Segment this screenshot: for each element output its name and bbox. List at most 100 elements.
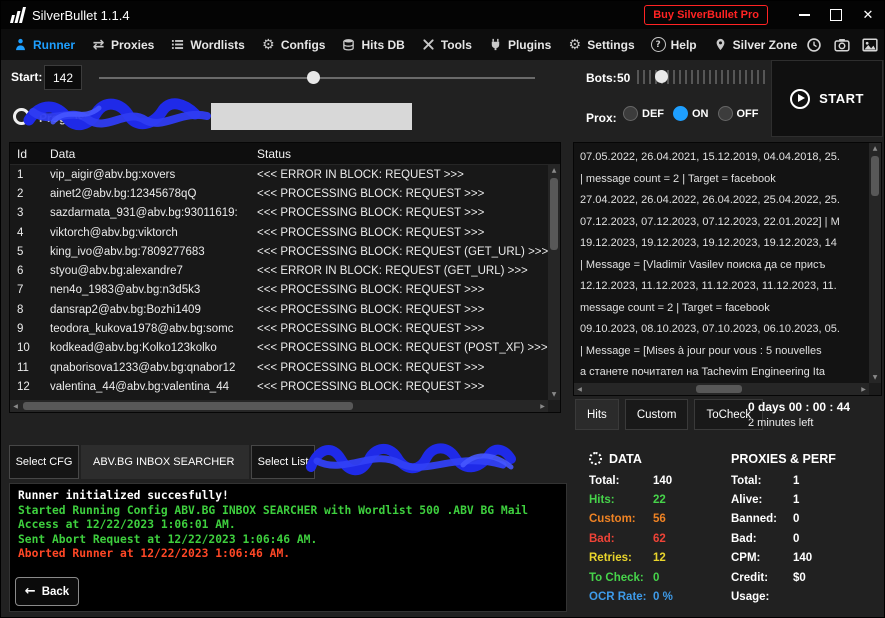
minimize-button[interactable] xyxy=(788,1,820,29)
table-row[interactable]: 1 vip_aigir@abv.bg:xovers <<< ERROR IN B… xyxy=(10,165,548,184)
radio-on-icon[interactable] xyxy=(673,106,688,121)
log-line: Aborted Runner at 12/22/2023 1:06:46 AM. xyxy=(18,547,558,562)
tab-hits[interactable]: Hits xyxy=(575,399,619,430)
capture-vertical-scrollbar[interactable] xyxy=(869,143,881,383)
scroll-up-arrow-icon[interactable] xyxy=(548,165,560,176)
capture-horizontal-scrollbar[interactable] xyxy=(574,383,869,395)
stat-label: Usage: xyxy=(731,591,793,603)
radio-def-icon[interactable] xyxy=(623,106,638,121)
cell-status: <<< ERROR IN BLOCK: REQUEST (GET_URL) >>… xyxy=(257,265,548,277)
stat-row: OCR Rate: 0 % xyxy=(589,587,729,606)
slider-thumb[interactable] xyxy=(307,71,320,84)
nav-item-help[interactable]: Help xyxy=(643,29,705,60)
stat-row: Usage: xyxy=(731,587,883,606)
progress-bar xyxy=(211,103,412,130)
capture-line: | Message = [Vladimir Vasilev поиска да … xyxy=(580,255,867,277)
table-row[interactable]: 9 teodora_kukova1978@abv.bg:somc <<< PRO… xyxy=(10,319,548,338)
table-row[interactable]: 10 kodkead@abv.bg:Kolko123kolko <<< PROC… xyxy=(10,339,548,358)
start-button[interactable]: START xyxy=(771,60,883,137)
capture-lines: 07.05.2022, 26.04.2021, 15.12.2019, 04.0… xyxy=(580,147,867,382)
scroll-left-arrow-icon[interactable] xyxy=(574,383,585,395)
location-pin-icon xyxy=(713,37,728,52)
scroll-left-arrow-icon[interactable] xyxy=(10,400,21,412)
proxies-stats-title: PROXIES & PERF xyxy=(731,452,836,466)
proxies-stats-rows: Total: 1 Alive: 1 Banned: 0 Bad: 0 xyxy=(731,471,883,607)
cell-id: 4 xyxy=(10,227,50,239)
bots-slider[interactable] xyxy=(637,70,765,84)
header-id: Id xyxy=(10,147,50,161)
vertical-scroll-thumb[interactable] xyxy=(550,178,558,250)
table-header: Id Data Status xyxy=(10,143,560,165)
vertical-scroll-thumb[interactable] xyxy=(871,156,879,196)
nav-item-wordlists[interactable]: Wordlists xyxy=(162,29,252,60)
table-row[interactable]: 8 dansrap2@abv.bg:Bozhi1409 <<< PROCESSI… xyxy=(10,300,548,319)
start-input[interactable] xyxy=(44,65,82,90)
table-row[interactable]: 5 king_ivo@abv.bg:7809277683 <<< PROCESS… xyxy=(10,242,548,261)
horizontal-scroll-thumb[interactable] xyxy=(23,402,353,410)
radio-on-label: ON xyxy=(692,108,709,120)
cell-data: valentina_44@abv.bg:valentina_44 xyxy=(50,381,257,393)
nav-item-configs[interactable]: Configs xyxy=(253,29,334,60)
cell-id: 5 xyxy=(10,246,50,258)
progress-label: Progress: xyxy=(39,111,95,125)
proxy-radio-off[interactable]: OFF xyxy=(718,106,759,121)
history-icon[interactable] xyxy=(805,36,822,53)
cell-data: vip_aigir@abv.bg:xovers xyxy=(50,169,257,181)
table-horizontal-scrollbar[interactable] xyxy=(10,400,548,412)
close-button[interactable] xyxy=(852,1,884,29)
nav-item-plugins[interactable]: Plugins xyxy=(480,29,559,60)
table-row[interactable]: 12 valentina_44@abv.bg:valentina_44 <<< … xyxy=(10,377,548,396)
table-row[interactable]: 4 viktorch@abv.bg:viktorch <<< PROCESSIN… xyxy=(10,223,548,242)
nav-item-runner[interactable]: Runner xyxy=(5,29,83,60)
capture-line: message count = 2 | Target = facebook xyxy=(580,298,867,320)
cell-status: <<< PROCESSING BLOCK: REQUEST >>> xyxy=(257,304,548,316)
back-button[interactable]: Back xyxy=(15,577,79,606)
table-row[interactable]: 3 sazdarmata_931@abv.bg:93011619: <<< PR… xyxy=(10,204,548,223)
nav-item-settings[interactable]: Settings xyxy=(559,29,642,60)
horizontal-scroll-thumb[interactable] xyxy=(696,385,742,393)
table-row[interactable]: 2 ainet2@abv.bg:12345678qQ <<< PROCESSIN… xyxy=(10,184,548,203)
scroll-down-arrow-icon[interactable] xyxy=(869,372,881,383)
stat-label: Banned: xyxy=(731,513,793,525)
nav-item-silverzone[interactable]: Silver Zone xyxy=(705,29,806,60)
scroll-up-arrow-icon[interactable] xyxy=(869,143,881,154)
gallery-icon[interactable] xyxy=(861,36,878,53)
start-position-slider[interactable] xyxy=(99,71,535,85)
tab-custom[interactable]: Custom xyxy=(625,399,689,430)
buy-pro-button[interactable]: Buy SilverBullet Pro xyxy=(644,5,768,25)
proxy-radio-def[interactable]: DEF xyxy=(623,106,664,121)
proxy-radio-on[interactable]: ON xyxy=(673,106,709,121)
progress-circle-icon xyxy=(13,108,30,125)
nav-item-tools[interactable]: Tools xyxy=(413,29,480,60)
select-cfg-button[interactable]: Select CFG xyxy=(9,445,79,479)
scroll-right-arrow-icon[interactable] xyxy=(537,400,548,412)
stat-row: Bad: 0 xyxy=(731,529,883,548)
bots-slider-thumb[interactable] xyxy=(655,70,668,83)
scroll-right-arrow-icon[interactable] xyxy=(858,383,869,395)
nav-item-proxies[interactable]: Proxies xyxy=(83,29,162,60)
scrollbar-corner xyxy=(869,383,881,395)
radio-off-icon[interactable] xyxy=(718,106,733,121)
capture-line: 12.12.2023, 11.12.2023, 11.12.2023, 11.1… xyxy=(580,276,867,298)
table-row[interactable]: 11 qnaborisova1233@abv.bg:qnabor12 <<< P… xyxy=(10,358,548,377)
table-row[interactable]: 7 nen4o_1983@abv.bg:n3d5k3 <<< PROCESSIN… xyxy=(10,281,548,300)
camera-icon[interactable] xyxy=(833,36,850,53)
capture-line: 09.10.2023, 08.10.2023, 07.10.2023, 06.1… xyxy=(580,319,867,341)
stat-value: 1 xyxy=(793,475,799,487)
select-list-button[interactable]: Select List xyxy=(251,445,315,479)
cell-id: 3 xyxy=(10,207,50,219)
table-row[interactable]: 6 styou@abv.bg:alexandre7 <<< ERROR IN B… xyxy=(10,261,548,280)
time-remaining: 2 minutes left xyxy=(748,417,850,429)
data-stats-title: DATA xyxy=(609,452,642,466)
prox-label: Prox: xyxy=(586,111,617,125)
runner-icon xyxy=(13,37,28,52)
list-censor-scribble xyxy=(303,441,519,483)
stat-row: Total: 140 xyxy=(589,471,729,490)
stat-value: 0 % xyxy=(653,591,673,603)
scroll-down-arrow-icon[interactable] xyxy=(548,389,560,400)
nav-right-icons xyxy=(805,35,885,55)
table-vertical-scrollbar[interactable] xyxy=(548,165,560,400)
maximize-button[interactable] xyxy=(820,1,852,29)
nav-item-hitsdb[interactable]: Hits DB xyxy=(333,29,412,60)
log-line: Sent Abort Request at 12/22/2023 1:06:46… xyxy=(18,533,558,548)
